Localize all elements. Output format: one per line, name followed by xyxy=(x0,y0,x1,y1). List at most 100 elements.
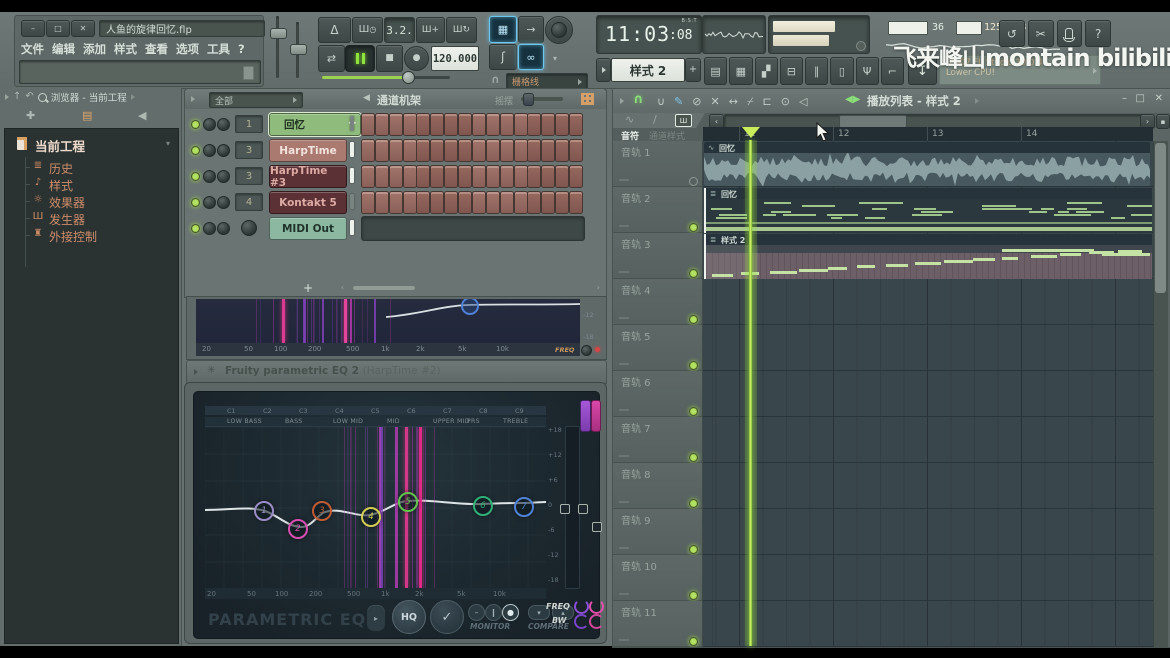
rack-menu-icon[interactable] xyxy=(191,96,195,102)
zoom-tool-icon[interactable]: ⊙ xyxy=(781,96,790,107)
tree-root-row[interactable]: 当前工程 ▾ xyxy=(5,135,178,153)
channel-rack-toggle-button[interactable]: ▦ xyxy=(729,57,752,85)
magnet-icon[interactable]: ∩ xyxy=(633,93,644,106)
step-cell[interactable] xyxy=(569,165,583,188)
step-cell[interactable] xyxy=(569,113,583,136)
eq-shape-button[interactable]: ▸ xyxy=(366,604,386,632)
typing-keyboard-button[interactable]: ▦ xyxy=(489,16,517,43)
up-icon[interactable]: ↑ xyxy=(13,92,21,102)
browser-item-样式[interactable]: ♪样式 xyxy=(5,176,178,192)
slide-notes-button[interactable]: ʃ xyxy=(489,44,517,70)
monitor-right-button[interactable]: ● xyxy=(502,604,519,621)
track-header-2[interactable]: 音轨 2 xyxy=(613,187,703,233)
channel-target-track[interactable]: 1 xyxy=(235,115,263,133)
channel-volume-knob[interactable] xyxy=(217,222,230,235)
step-cell[interactable] xyxy=(430,139,444,162)
playlist-maximize-icon[interactable]: □ xyxy=(1136,93,1145,104)
eq-band5-handle[interactable]: 5 xyxy=(398,492,418,512)
track-mute-led[interactable] xyxy=(689,453,698,462)
step-cell[interactable] xyxy=(472,165,486,188)
automation-mode-icon[interactable]: / xyxy=(653,114,657,125)
step-cell[interactable] xyxy=(527,191,541,214)
slice-tool-icon[interactable]: ⌿ xyxy=(747,96,754,107)
channel-enable-led[interactable] xyxy=(191,172,200,181)
step-cell[interactable] xyxy=(514,139,528,162)
step-cell[interactable] xyxy=(541,139,555,162)
link-button[interactable]: ∞ xyxy=(518,44,544,70)
channel-mute-indicator[interactable] xyxy=(350,220,354,235)
pattern-loop-button[interactable]: Ш↻ xyxy=(446,17,477,43)
channel-target-track[interactable]: 3 xyxy=(235,167,263,185)
add-channel-button[interactable]: + xyxy=(303,281,313,295)
eq-toggle-b[interactable] xyxy=(578,504,588,514)
step-cell[interactable] xyxy=(403,165,417,188)
channel-enable-led[interactable] xyxy=(191,224,200,233)
track-lane-5[interactable] xyxy=(703,325,1153,371)
step-cell[interactable] xyxy=(416,139,430,162)
freq-knob-b[interactable] xyxy=(589,599,604,614)
step-cell[interactable] xyxy=(555,165,569,188)
step-cell[interactable] xyxy=(472,139,486,162)
eq-menu-icon[interactable] xyxy=(194,369,198,375)
mic-record-button[interactable] xyxy=(1057,20,1083,47)
step-cell[interactable] xyxy=(403,191,417,214)
oscilloscope[interactable] xyxy=(702,15,766,54)
metronome-button[interactable]: Δ xyxy=(318,17,351,43)
download-button[interactable]: ↧ xyxy=(908,57,937,85)
step-cell[interactable] xyxy=(430,165,444,188)
pattern-clip-样式 2[interactable]: ≣样式 2 xyxy=(704,234,1152,279)
step-cell[interactable] xyxy=(527,165,541,188)
channel-button-MIDI Out[interactable]: MIDI Out xyxy=(269,217,347,240)
channel-enable-led[interactable] xyxy=(191,198,200,207)
stop-button[interactable]: ■ xyxy=(376,45,403,72)
step-edit-button[interactable]: → xyxy=(518,16,544,43)
step-cell[interactable] xyxy=(514,191,528,214)
pl-zoom-button[interactable]: ▪ xyxy=(1156,114,1170,129)
eq-titlebar[interactable]: ✳ Fruity parametric EQ 2 (HarpTime #2) xyxy=(186,360,607,384)
track-mute-led[interactable] xyxy=(689,407,698,416)
clipboard-icon[interactable] xyxy=(243,66,254,80)
channel-volume-knob[interactable] xyxy=(217,196,230,209)
channel-mute-indicator[interactable] xyxy=(350,142,354,157)
step-cell[interactable] xyxy=(500,191,514,214)
playlist-close-icon[interactable]: ✕ xyxy=(1155,93,1163,104)
step-cell[interactable] xyxy=(389,165,403,188)
bw-knob-b[interactable] xyxy=(589,614,604,629)
step-cell[interactable] xyxy=(361,165,375,188)
menu-item-工具[interactable]: 工具 xyxy=(207,41,230,57)
swing-thumb[interactable] xyxy=(523,93,534,106)
minimize-button[interactable]: – xyxy=(21,20,45,37)
step-cell[interactable] xyxy=(416,113,430,136)
record-button[interactable]: ● xyxy=(404,46,429,71)
eq-hq-button[interactable]: HQ xyxy=(392,600,426,634)
audio-mode-icon[interactable]: ∿ xyxy=(625,114,634,125)
step-cell[interactable] xyxy=(555,113,569,136)
browser-item-历史[interactable]: ≣历史 xyxy=(5,159,178,175)
step-cell[interactable] xyxy=(375,113,389,136)
eq-band4-handle[interactable]: 4 xyxy=(361,507,381,527)
playlist-menu-icon[interactable] xyxy=(620,98,624,104)
play-pause-button[interactable] xyxy=(345,45,375,72)
gear-icon[interactable]: ✳ xyxy=(207,366,215,376)
playback-tool-icon[interactable]: ◁ xyxy=(799,96,807,107)
channel-button-回忆[interactable]: 回忆✚ xyxy=(269,113,361,136)
loop-mode-button[interactable]: ⇄ xyxy=(318,45,345,72)
eq-band3-handle[interactable]: 3 xyxy=(312,501,332,521)
position-display[interactable]: 3.2. xyxy=(384,17,415,43)
track-header-9[interactable]: 音轨 9 xyxy=(613,509,703,555)
step-cell[interactable] xyxy=(541,165,555,188)
overdub-knob-button[interactable] xyxy=(545,16,573,44)
browser-item-效果器[interactable]: ☼效果器 xyxy=(5,193,178,209)
step-cell[interactable] xyxy=(486,139,500,162)
step-cell[interactable] xyxy=(500,139,514,162)
eq-gain-slider-a[interactable] xyxy=(580,400,591,432)
channel-pan-knob[interactable] xyxy=(203,118,216,131)
track-mute-led[interactable] xyxy=(689,177,698,186)
dropdown-caret[interactable]: ▾ xyxy=(553,54,557,63)
channel-volume-knob[interactable] xyxy=(217,118,230,131)
step-cell[interactable] xyxy=(375,165,389,188)
step-cell[interactable] xyxy=(361,113,375,136)
master-volume-thumb[interactable] xyxy=(270,28,287,39)
eq-graph[interactable]: 1234567 xyxy=(205,426,546,588)
step-cell[interactable] xyxy=(444,165,458,188)
